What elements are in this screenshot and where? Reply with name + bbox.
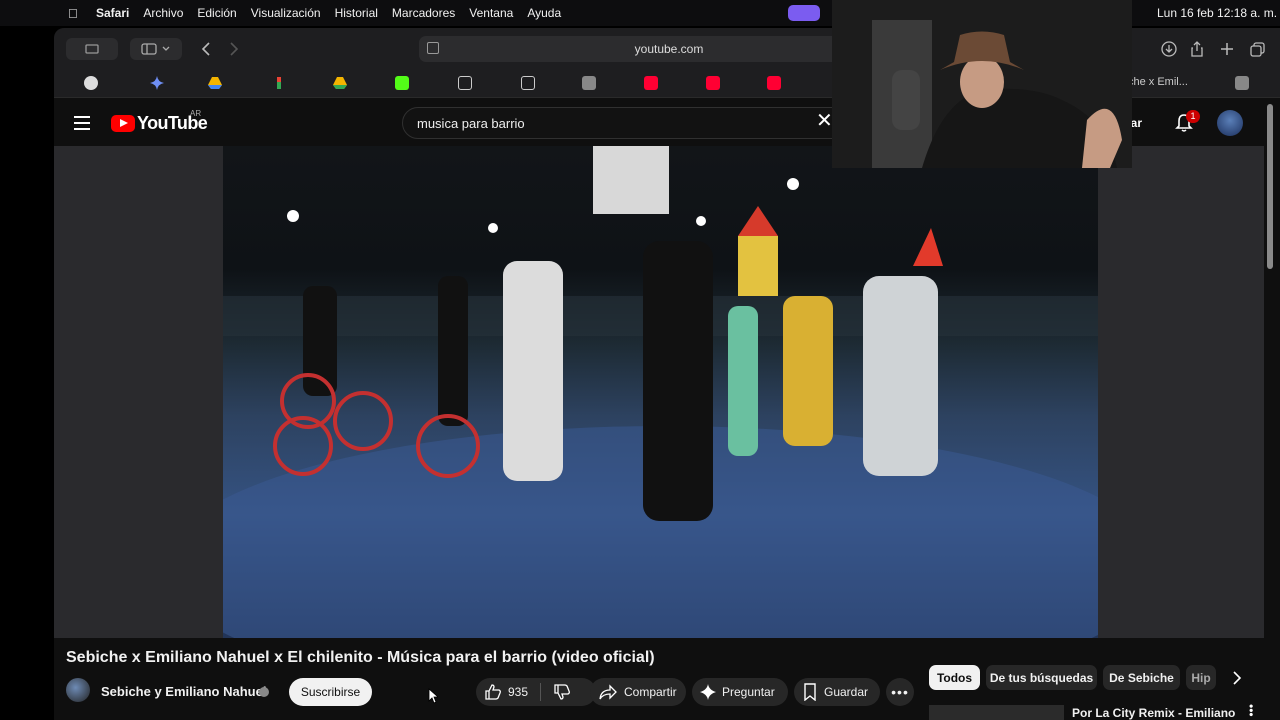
menu-marcadores[interactable]: Marcadores — [392, 6, 455, 20]
youtube-bookmark-icon-3[interactable] — [767, 76, 781, 90]
youtube-logo[interactable]: YouTube AR — [111, 109, 208, 134]
more-actions-button[interactable]: ••• — [886, 678, 914, 706]
menu-historial[interactable]: Historial — [335, 6, 378, 20]
chatgpt-bookmark-icon[interactable] — [84, 76, 98, 90]
clear-search-icon[interactable]: ✕ — [816, 111, 833, 131]
screen-share-icon[interactable] — [788, 5, 820, 21]
avatar[interactable] — [1217, 110, 1243, 136]
recommendation-title[interactable]: Por La City Remix - Emiliano — [1072, 706, 1235, 720]
menu-app-name[interactable]: Safari — [96, 6, 129, 20]
share-toolbar-button[interactable] — [1186, 38, 1208, 60]
chevron-right-icon — [230, 42, 239, 56]
video-title: Sebiche x Emiliano Nahuel x El chilenito… — [66, 649, 655, 666]
kick-bookmark-icon[interactable] — [395, 76, 409, 90]
tabs-icon — [1249, 41, 1265, 57]
menubar-clock[interactable]: Lun 16 feb 12:18 a. m. — [1157, 6, 1277, 20]
menu-visualizacion[interactable]: Visualización — [251, 6, 321, 20]
webcam-overlay — [832, 0, 1132, 168]
verified-icon — [259, 687, 269, 697]
menu-edicion[interactable]: Edición — [197, 6, 236, 20]
ask-button[interactable]: Preguntar — [692, 678, 788, 706]
more-horizontal-icon: ••• — [891, 684, 909, 700]
menu-archivo[interactable]: Archivo — [143, 6, 183, 20]
grammarly-bookmark-icon-2[interactable] — [1235, 76, 1249, 90]
menu-icon[interactable] — [74, 116, 90, 130]
chip-hip[interactable]: Hip — [1186, 665, 1216, 690]
video-scene-image — [223, 146, 1098, 638]
address-url: youtube.com — [634, 42, 704, 56]
page-settings-icon[interactable] — [427, 42, 439, 54]
open-tab-label[interactable]: che x Emil... — [1128, 76, 1188, 88]
drive-bookmark-icon-2[interactable] — [333, 76, 347, 90]
country-code: AR — [190, 109, 202, 118]
chip-all[interactable]: Todos — [929, 665, 980, 690]
thumbs-down-icon[interactable] — [553, 684, 571, 700]
apple-icon[interactable]:  — [68, 6, 82, 21]
downloads-button[interactable] — [1158, 38, 1180, 60]
chip-from-sebiche[interactable]: De Sebiche — [1103, 665, 1180, 690]
share-label: Compartir — [624, 685, 677, 699]
share-arrow-icon — [599, 684, 617, 700]
chevron-left-icon — [201, 42, 210, 56]
notification-badge: 1 — [1186, 110, 1200, 123]
channel-name[interactable]: Sebiche y Emiliano Nahuel — [101, 684, 266, 699]
menu-ventana[interactable]: Ventana — [469, 6, 513, 20]
gemini-bookmark-icon[interactable] — [150, 76, 164, 90]
share-button[interactable]: Compartir — [590, 678, 686, 706]
chip-from-searches[interactable]: De tus búsquedas — [986, 665, 1097, 690]
new-tab-button[interactable] — [1216, 38, 1238, 60]
ask-label: Preguntar — [722, 685, 775, 699]
share-icon — [1191, 41, 1203, 57]
download-icon — [1161, 41, 1177, 57]
menu-ayuda[interactable]: Ayuda — [527, 6, 561, 20]
thumbs-up-icon[interactable] — [484, 684, 502, 700]
webcam-streamer-image — [832, 0, 1132, 168]
youtube-bookmark-icon-2[interactable] — [706, 76, 720, 90]
youtube-play-icon — [111, 115, 135, 132]
search-input[interactable]: musica para barrio — [402, 107, 842, 139]
recommendation-thumbnail[interactable] — [929, 705, 1064, 720]
page-scrollbar[interactable] — [1267, 104, 1273, 269]
channel-avatar[interactable] — [66, 678, 90, 702]
tab-grid-button[interactable] — [1246, 38, 1268, 60]
youtube-bookmark-icon-1[interactable] — [644, 76, 658, 90]
forward-button[interactable] — [222, 38, 246, 60]
recommendation-menu-icon[interactable]: ••• — [1244, 704, 1258, 717]
like-divider — [540, 683, 542, 701]
plus-icon — [1221, 43, 1233, 55]
like-count[interactable]: 935 — [508, 685, 528, 699]
save-button[interactable]: Guardar — [794, 678, 880, 706]
mouse-cursor-icon — [428, 688, 438, 704]
tiktok-bookmark-icon[interactable] — [521, 76, 535, 90]
bookmark-icon — [804, 683, 816, 701]
like-dislike-group: 935 — [476, 678, 596, 706]
video-frame[interactable] — [223, 146, 1098, 638]
subscribe-button[interactable]: Suscribirse — [289, 678, 372, 706]
drive-bookmark-icon[interactable] — [208, 76, 222, 90]
sparkle-icon — [700, 684, 716, 700]
grammarly-bookmark-icon[interactable] — [582, 76, 596, 90]
colorful-bookmark-icon[interactable] — [272, 76, 286, 90]
save-label: Guardar — [824, 685, 869, 699]
tab-overview-button[interactable] — [66, 38, 118, 60]
document-bookmark-icon[interactable] — [458, 76, 472, 90]
sidebar-icon — [141, 43, 170, 55]
chips-next-chevron-icon[interactable] — [1232, 671, 1242, 685]
video-player[interactable] — [54, 146, 1264, 638]
sidebar-toggle-button[interactable] — [130, 38, 182, 60]
back-button[interactable] — [194, 38, 218, 60]
window-icon — [85, 44, 99, 54]
